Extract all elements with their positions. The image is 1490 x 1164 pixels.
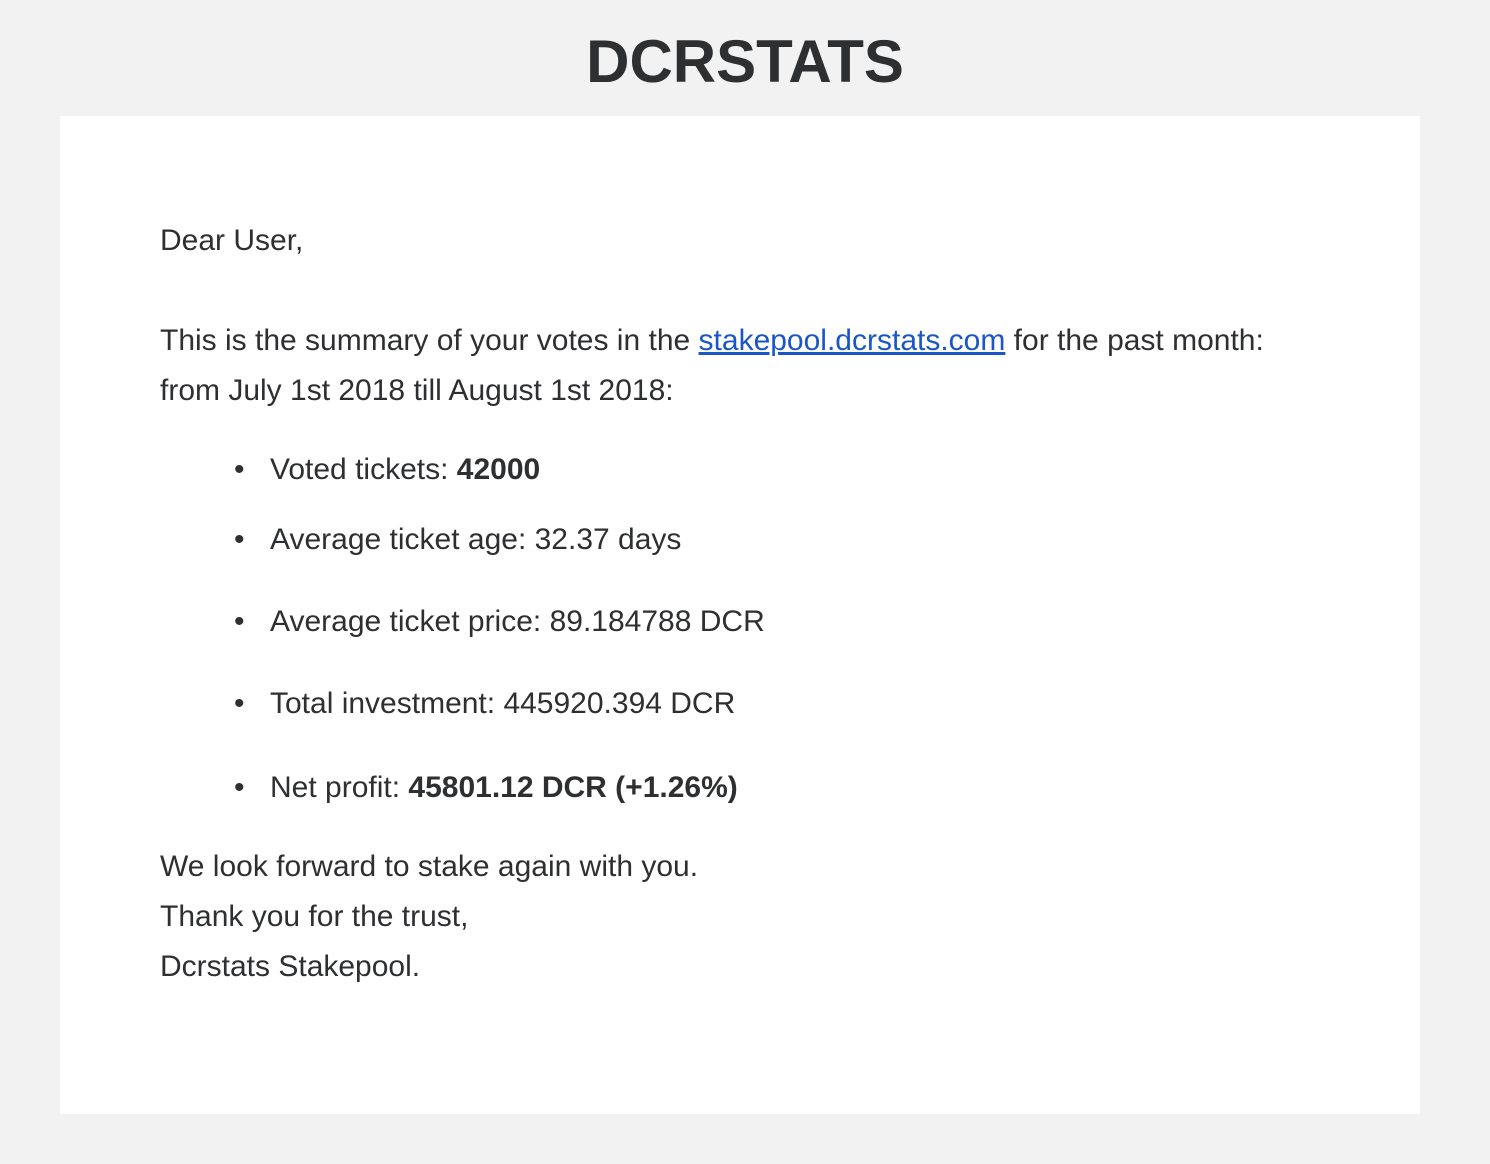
bullet-icon: • xyxy=(234,771,245,804)
stat-voted-tickets: • Voted tickets: 42000 xyxy=(234,450,541,490)
stat-value: 42000 xyxy=(456,453,541,486)
stat-label: Voted tickets: xyxy=(270,453,457,486)
stat-label: Average ticket age: xyxy=(270,523,535,556)
bullet-icon: • xyxy=(234,605,245,638)
email-card: Dear User, This is the summary of your v… xyxy=(60,116,1420,1114)
closing-line: Thank you for the trust, xyxy=(160,900,469,933)
stat-value: 445920.394 DCR xyxy=(503,687,736,720)
greeting: Dear User, xyxy=(160,224,304,257)
closing-line: We look forward to stake again with you. xyxy=(160,850,699,883)
bullet-icon: • xyxy=(234,453,245,486)
stat-value: 89.184788 DCR xyxy=(549,605,765,638)
stat-value: 32.37 days xyxy=(534,523,682,556)
stat-average-ticket-age: • Average ticket age: 32.37 days xyxy=(234,520,682,560)
stat-label: Total investment: xyxy=(270,687,504,720)
closing-block: We look forward to stake again with you.… xyxy=(160,842,698,992)
intro-paragraph: This is the summary of your votes in the… xyxy=(160,316,1280,416)
bullet-icon: • xyxy=(234,523,245,556)
stat-label: Net profit: xyxy=(270,771,409,804)
brand-title: DCRSTATS xyxy=(586,28,904,95)
stakepool-link[interactable]: stakepool.dcrstats.com xyxy=(699,324,1006,357)
stat-net-profit: • Net profit: 45801.12 DCR (+1.26%) xyxy=(234,768,738,808)
bullet-icon: • xyxy=(234,687,245,720)
stat-average-ticket-price: • Average ticket price: 89.184788 DCR xyxy=(234,602,765,642)
intro-prefix: This is the summary of your votes in the xyxy=(160,324,699,357)
signature: Dcrstats Stakepool. xyxy=(160,950,421,983)
stat-total-investment: • Total investment: 445920.394 DCR xyxy=(234,684,736,724)
stat-label: Average ticket price: xyxy=(270,605,550,638)
stat-value: 45801.12 DCR (+1.26%) xyxy=(408,771,738,804)
